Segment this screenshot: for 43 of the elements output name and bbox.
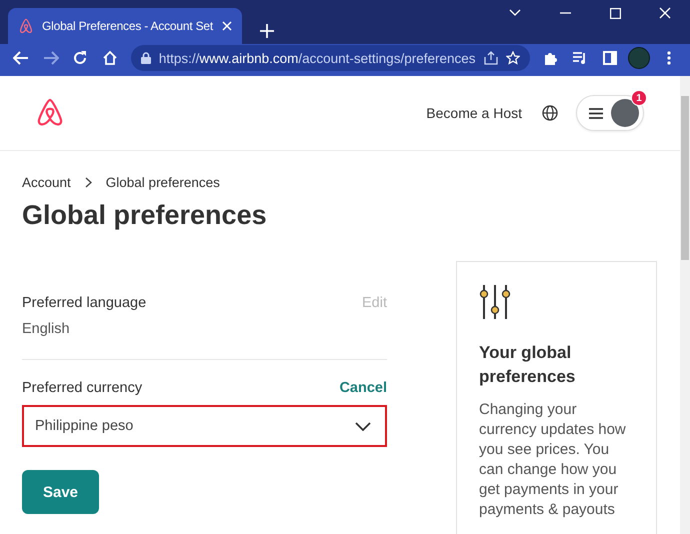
breadcrumb-current[interactable]: Global preferences: [106, 175, 220, 190]
side-panel-icon[interactable]: [602, 51, 617, 65]
breadcrumb-link[interactable]: Account: [22, 175, 71, 190]
scrollbar-thumb[interactable]: [681, 96, 689, 260]
globe-icon[interactable]: [542, 105, 558, 121]
lock-icon: [140, 52, 151, 64]
logo-icon: [18, 18, 34, 34]
notification-badge: 1: [631, 90, 647, 106]
chevron-right-icon: [84, 177, 92, 188]
sliders-icon: [479, 284, 511, 320]
chevron-down-icon[interactable]: [509, 9, 521, 17]
cancel-link[interactable]: Cancel: [339, 380, 387, 396]
avatar-silhouette: [611, 99, 639, 127]
puzzle-icon[interactable]: [542, 50, 558, 66]
url-text: https://www.airbnb.com/account-settings/preferences: [158, 50, 476, 66]
minimize-icon[interactable]: [560, 12, 570, 14]
setting-label: Preferred language: [22, 295, 146, 311]
card-title: Your global preferences: [479, 342, 576, 388]
currency-dropdown[interactable]: Philippine peso: [22, 405, 387, 447]
become-host-link[interactable]: Become a Host: [426, 105, 522, 121]
home-icon[interactable]: [102, 50, 118, 66]
logo-icon[interactable]: [36, 98, 64, 128]
tab-title: Global Preferences - Account Set: [42, 19, 214, 33]
maximize-icon[interactable]: [610, 8, 620, 18]
close-icon[interactable]: [222, 21, 232, 31]
browser-tab[interactable]: Global Preferences - Account Set: [8, 8, 242, 44]
close-icon[interactable]: [659, 7, 671, 19]
save-button[interactable]: Save: [22, 470, 99, 514]
forward-arrow-icon[interactable]: [42, 51, 59, 65]
profile-avatar[interactable]: [628, 47, 650, 69]
more-icon[interactable]: [667, 51, 672, 65]
address-bar[interactable]: https://www.airbnb.com/account-settings/preferences: [130, 45, 530, 71]
setting-value: English: [22, 321, 71, 337]
setting-label: Preferred currency: [22, 380, 142, 396]
share-icon[interactable]: [484, 51, 498, 65]
card-text: Changing your currency updates how you see prices. You can change how you get payments in your payments & payouts: [479, 400, 627, 520]
star-icon[interactable]: [506, 51, 520, 65]
reload-icon[interactable]: [72, 50, 88, 66]
scrollbar[interactable]: [680, 76, 690, 534]
page-title: Global preferences: [22, 200, 268, 231]
chevron-down-icon: [355, 422, 371, 430]
menu-icon: [589, 108, 603, 118]
back-arrow-icon[interactable]: [12, 51, 29, 65]
